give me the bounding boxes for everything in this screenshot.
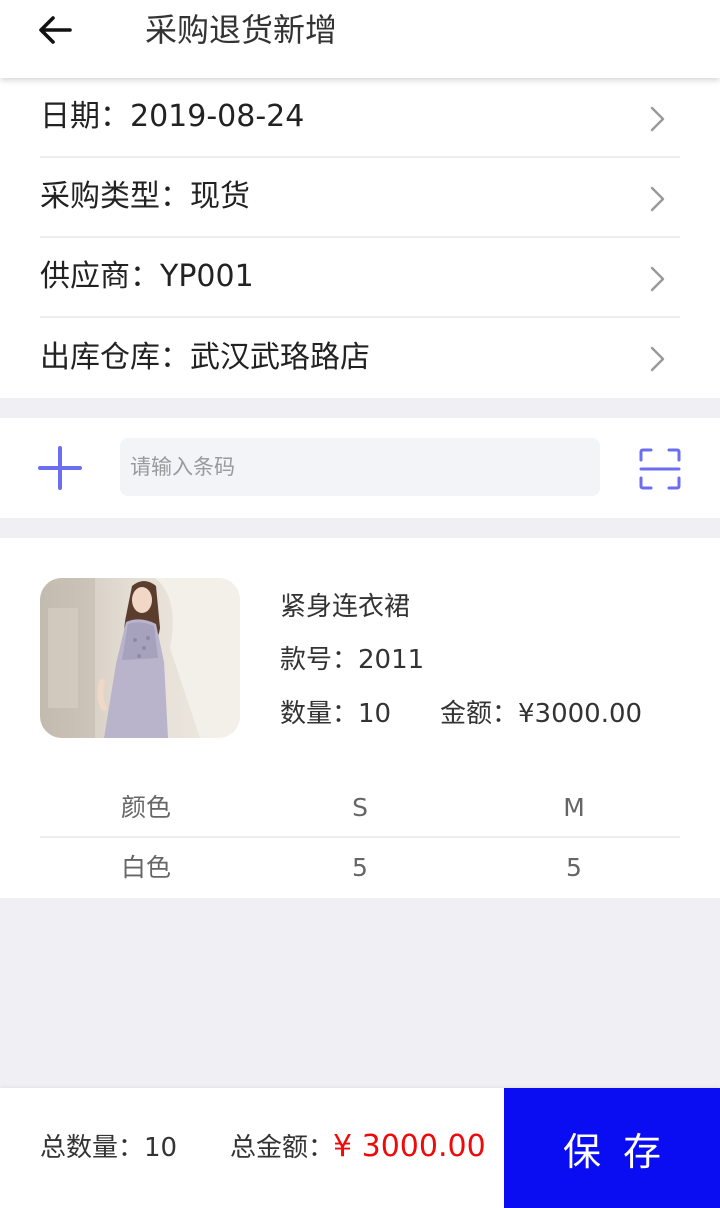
barcode-input[interactable] [120, 438, 600, 496]
table-row: 白色 5 5 [40, 838, 680, 898]
product-image[interactable] [40, 578, 240, 738]
header-color: 颜色 [120, 793, 171, 822]
plus-icon [38, 446, 82, 490]
total-amount-value: ¥ 3000.00 [333, 1129, 486, 1164]
product-quantity: 数量：10 [280, 699, 392, 729]
product-amount: 金额：¥3000.00 [440, 699, 643, 729]
table-header-row: 颜色 S M [40, 778, 680, 838]
total-quantity: 总数量：10 [40, 1133, 178, 1163]
warehouse-row[interactable]: 出库仓库： 武汉武珞路店 [40, 318, 680, 398]
header-size-s: S [352, 793, 368, 822]
supplier-value: YP001 [160, 259, 254, 294]
warehouse-label: 出库仓库： [40, 340, 190, 375]
cell-color: 白色 [120, 853, 171, 882]
page-title: 采购退货新增 [145, 11, 338, 49]
date-value: 2019-08-24 [130, 99, 305, 134]
supplier-row[interactable]: 供应商： YP001 [40, 238, 680, 318]
product-card: 紧身连衣裙 款号：2011 数量：10 金额：¥3000.00 颜色 S M 白… [0, 538, 720, 898]
product-style-no: 款号：2011 [280, 645, 425, 675]
save-button[interactable]: 保存 [504, 1088, 720, 1208]
chevron-right-icon [650, 346, 665, 372]
scan-icon [639, 448, 681, 490]
product-name: 紧身连衣裙 [280, 592, 411, 622]
info-section: 日期： 2019-08-24 采购类型： 现货 供应商： YP001 出库仓库：… [0, 78, 720, 398]
supplier-label: 供应商： [40, 259, 160, 294]
chevron-right-icon [650, 186, 665, 212]
warehouse-value: 武汉武珞路店 [190, 340, 370, 375]
purchase-type-row[interactable]: 采购类型： 现货 [40, 158, 680, 238]
arrow-left-icon [39, 16, 72, 44]
date-label: 日期： [40, 99, 130, 134]
cell-qty-s[interactable]: 5 [274, 838, 446, 898]
barcode-bar [0, 418, 720, 518]
total-amount-label: 总金额： [230, 1133, 335, 1163]
scan-button[interactable] [639, 448, 681, 490]
chevron-right-icon [650, 266, 665, 292]
purchase-type-value: 现货 [190, 179, 250, 214]
add-button[interactable] [38, 446, 82, 490]
back-button[interactable] [30, 8, 80, 52]
size-table: 颜色 S M 白色 5 5 [40, 778, 680, 898]
header-size-m: M [563, 793, 585, 822]
date-row[interactable]: 日期： 2019-08-24 [40, 78, 680, 158]
chevron-right-icon [650, 106, 665, 132]
cell-qty-m[interactable]: 5 [488, 838, 660, 898]
app-header: 采购退货新增 [0, 0, 720, 78]
purchase-type-label: 采购类型： [40, 179, 190, 214]
footer-bar: 总数量：10 总金额： ¥ 3000.00 保存 [0, 1088, 720, 1208]
dress-photo [40, 578, 240, 738]
